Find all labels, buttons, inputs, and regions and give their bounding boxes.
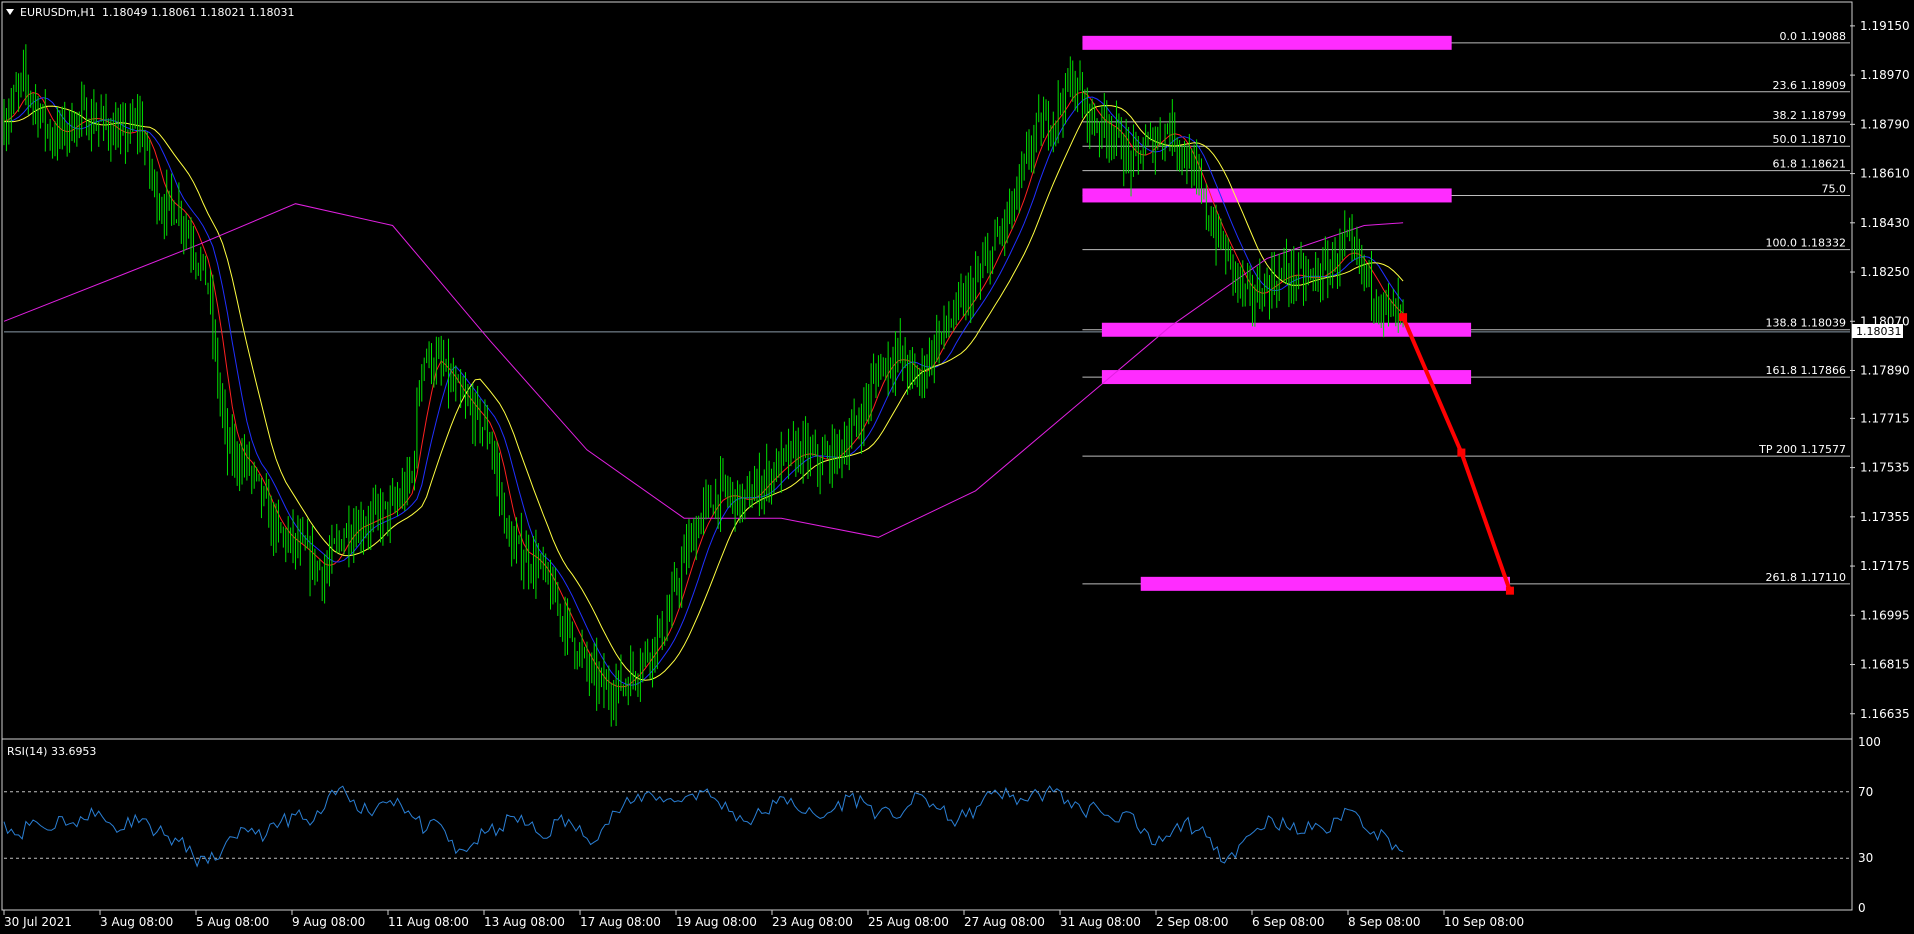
price-tick-label: 1.16995 — [1860, 608, 1910, 622]
fib-level-label: 161.8 1.17866 — [1766, 364, 1846, 377]
price-tick-label: 1.18430 — [1860, 216, 1910, 230]
time-tick-label: 5 Aug 08:00 — [196, 915, 269, 929]
price-tick-label: 1.17715 — [1860, 411, 1910, 425]
price-tick-label: 1.16815 — [1860, 658, 1910, 672]
time-tick-label: 23 Aug 08:00 — [772, 915, 853, 929]
time-tick-label: 3 Aug 08:00 — [100, 915, 173, 929]
fib-level-label: 138.8 1.18039 — [1766, 317, 1846, 330]
time-tick-label: 8 Sep 08:00 — [1348, 915, 1420, 929]
price-tick-label: 1.17355 — [1860, 510, 1910, 524]
chart-symbol: EURUSDm,H1 — [20, 6, 96, 19]
fib-level-label: 100.0 1.18332 — [1766, 237, 1846, 250]
price-tick-label: 1.18250 — [1860, 265, 1910, 279]
rsi-tick-label: 0 — [1858, 901, 1866, 915]
fib-level-label: 50.0 1.18710 — [1773, 133, 1846, 146]
projection-node — [1399, 313, 1408, 322]
projection-node — [1505, 586, 1514, 595]
time-tick-label: 2 Sep 08:00 — [1156, 915, 1228, 929]
price-tick-label: 1.16635 — [1860, 707, 1910, 721]
price-tick-label: 1.18970 — [1860, 68, 1910, 82]
time-tick-label: 13 Aug 08:00 — [484, 915, 565, 929]
zone-rect — [1101, 370, 1472, 385]
zone-rect — [1101, 322, 1472, 337]
time-tick-label: 9 Aug 08:00 — [292, 915, 365, 929]
fib-level-label: 261.8 1.17110 — [1766, 571, 1846, 584]
zone-rect — [1140, 576, 1510, 591]
fib-level-label: 61.8 1.18621 — [1773, 158, 1846, 171]
rsi-tick-label: 100 — [1858, 735, 1881, 749]
fib-level-label: TP 200 1.17577 — [1758, 443, 1846, 456]
time-tick-label: 11 Aug 08:00 — [388, 915, 469, 929]
time-tick-label: 31 Aug 08:00 — [1060, 915, 1141, 929]
price-tick-label: 1.17535 — [1860, 461, 1910, 475]
price-tick-label: 1.18610 — [1860, 167, 1910, 181]
fib-level-label: 75.0 — [1822, 182, 1847, 195]
price-tick-label: 1.17175 — [1860, 559, 1910, 573]
time-tick-label: 10 Sep 08:00 — [1444, 915, 1524, 929]
price-tick-label: 1.18790 — [1860, 117, 1910, 131]
chart-ohlc: 1.18049 1.18061 1.18021 1.18031 — [102, 6, 294, 19]
current-price-label: 1.18031 — [1856, 325, 1902, 338]
time-tick-label: 25 Aug 08:00 — [868, 915, 949, 929]
price-axis: 1.19150 1.18970 1.18790 1.18610 1.18430 1.182… — [1850, 19, 1910, 721]
zone-rect — [1082, 188, 1452, 203]
rsi-header: RSI(14) 33.6953 — [7, 745, 96, 758]
time-tick-label: 17 Aug 08:00 — [580, 915, 661, 929]
price-tick-label: 1.17890 — [1860, 364, 1910, 378]
time-tick-label: 6 Sep 08:00 — [1252, 915, 1324, 929]
zone-rect — [1082, 35, 1452, 50]
fib-level-label: 0.0 1.19088 — [1780, 30, 1846, 43]
fib-level-label: 23.6 1.18909 — [1773, 79, 1846, 92]
fib-level-label: 38.2 1.18799 — [1773, 109, 1846, 122]
time-tick-label: 30 Jul 2021 — [4, 915, 72, 929]
time-axis: 30 Jul 2021 3 Aug 08:00 5 Aug 08:00 9 Aug 0… — [3, 910, 1524, 929]
trading-chart[interactable]: 0.0 1.19088 23.6 1.18909 38.2 1.18799 50.0 … — [0, 0, 1914, 934]
rsi-tick-label: 70 — [1858, 785, 1873, 799]
price-tick-label: 1.19150 — [1860, 19, 1910, 33]
time-tick-label: 19 Aug 08:00 — [676, 915, 757, 929]
projection-node — [1457, 448, 1466, 457]
rsi-tick-label: 30 — [1858, 851, 1873, 865]
time-tick-label: 27 Aug 08:00 — [964, 915, 1045, 929]
